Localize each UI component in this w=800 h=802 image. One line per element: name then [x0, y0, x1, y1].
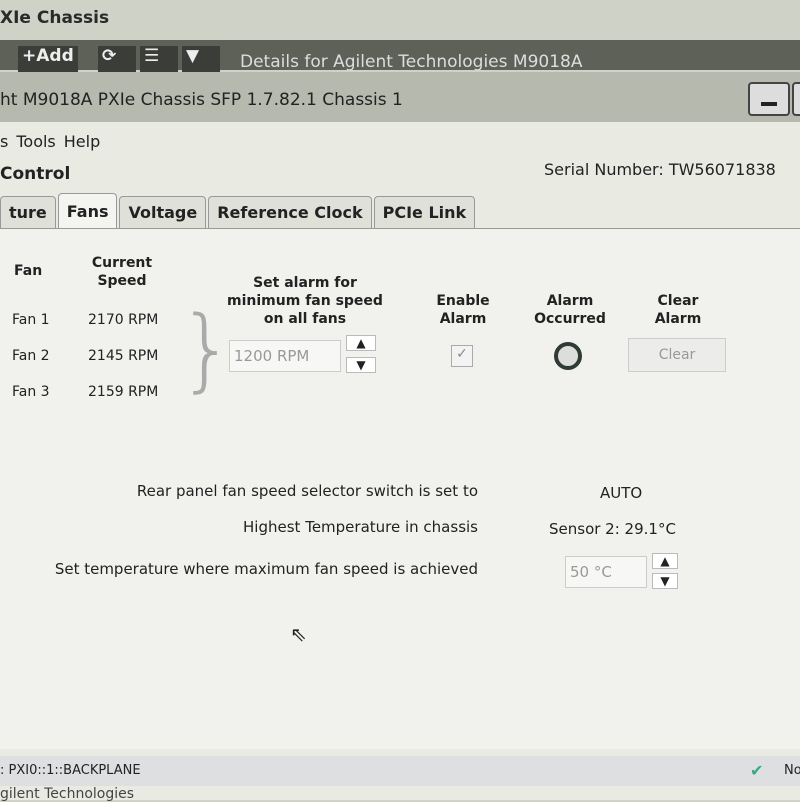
brace-icon: } — [178, 297, 236, 402]
min-fan-speed-input[interactable]: 1200 RPM — [229, 340, 341, 372]
menu-help[interactable]: Help — [64, 132, 100, 151]
rear-panel-label: Rear panel fan speed selector switch is … — [136, 482, 478, 500]
menu-bar: s Tools Help — [0, 132, 108, 151]
temp-down-button[interactable]: ▼ — [652, 573, 678, 589]
max-speed-temp-label: Set temperature where maximum fan speed … — [54, 560, 478, 578]
tab-temperature[interactable]: ture — [0, 196, 56, 228]
enable-alarm-checkbox[interactable]: ✓ — [451, 345, 473, 367]
refresh-icon[interactable]: ⟳ — [98, 46, 136, 72]
clear-alarm-button[interactable]: Clear — [628, 338, 726, 372]
details-label: Details for Agilent Technologies M9018A — [240, 52, 583, 72]
menu-item[interactable]: s — [0, 132, 8, 151]
header-current-speed: Current Speed — [91, 255, 153, 289]
fan-1-name: Fan 1 — [12, 312, 50, 328]
alarm-occurred-indicator — [554, 342, 582, 370]
header-clear-alarm: Clear Alarm — [654, 293, 702, 327]
highest-temp-value: Sensor 2: 29.1°C — [549, 520, 676, 538]
resource-name: : PXI0::1::BACKPLANE — [0, 763, 141, 778]
header-fan: Fan — [14, 263, 43, 279]
connection-status-icon: ✔ — [750, 761, 764, 780]
temp-up-button[interactable]: ▲ — [652, 553, 678, 569]
minimize-icon[interactable] — [748, 82, 790, 116]
add-button[interactable]: +Add — [18, 46, 78, 72]
tab-reference-clock[interactable]: Reference Clock — [208, 196, 372, 228]
header-enable-alarm: Enable Alarm — [436, 293, 490, 327]
maximize-button[interactable] — [792, 82, 800, 116]
fan-3-speed: 2159 RPM — [88, 384, 159, 400]
fan-2-name: Fan 2 — [12, 348, 50, 364]
menu-tools[interactable]: Tools — [16, 132, 55, 151]
status-text: No — [784, 763, 800, 778]
tab-pcie-link[interactable]: PCIe Link — [373, 196, 476, 228]
max-speed-temp-input[interactable]: 50 °C — [565, 556, 647, 588]
fan-1-speed: 2170 RPM — [88, 312, 159, 328]
fan-3-name: Fan 3 — [12, 384, 50, 400]
mouse-cursor-icon: ⇖ — [290, 622, 307, 646]
header-alarm-occurred: Alarm Occurred — [534, 293, 606, 327]
speed-down-button[interactable]: ▼ — [346, 357, 376, 373]
list-icon[interactable]: ☰ — [140, 46, 178, 72]
background-window-title: XIe Chassis — [0, 8, 110, 28]
header-set-alarm: Set alarm for minimum fan speed on all f… — [227, 275, 383, 327]
rear-panel-value: AUTO — [600, 484, 643, 502]
tab-bar: ture Fans Voltage Reference Clock PCIe L… — [0, 193, 477, 228]
fan-2-speed: 2145 RPM — [88, 348, 159, 364]
window-title: ht M9018A PXIe Chassis SFP 1.7.82.1 Chas… — [0, 90, 403, 110]
speed-up-button[interactable]: ▲ — [346, 335, 376, 351]
tab-fans[interactable]: Fans — [57, 193, 118, 228]
serial-number: Serial Number: TW56071838 — [544, 160, 776, 179]
section-heading: Control — [0, 164, 71, 184]
filter-icon[interactable]: ▼ — [182, 46, 220, 72]
status-bar: : PXI0::1::BACKPLANE ✔ No — [0, 756, 800, 786]
tab-voltage[interactable]: Voltage — [119, 196, 207, 228]
highest-temp-label: Highest Temperature in chassis — [243, 518, 478, 536]
